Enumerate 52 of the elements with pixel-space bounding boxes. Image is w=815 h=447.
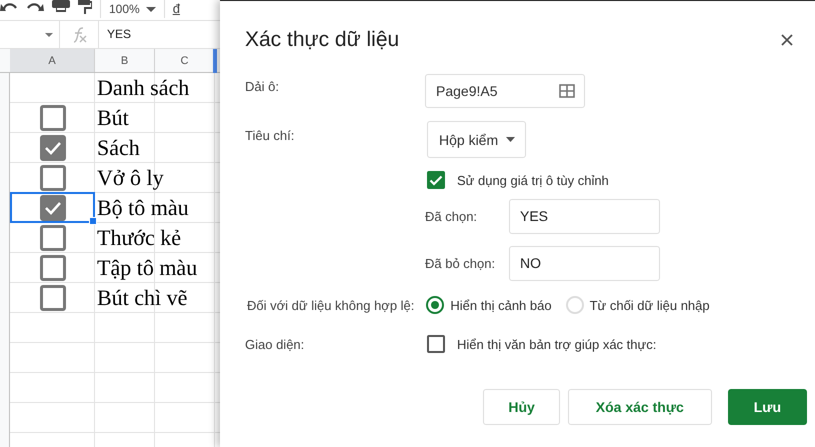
field-label: Giao diện: — [245, 336, 306, 352]
cell-text: Thước kẻ — [96, 225, 182, 251]
column-header[interactable]: B — [95, 49, 155, 72]
checkmark-icon — [429, 174, 443, 186]
field-label: Đã chọn: — [425, 209, 478, 224]
cell-text: Bút — [96, 105, 129, 131]
caret-icon[interactable] — [45, 32, 53, 36]
caret-icon[interactable] — [146, 6, 156, 12]
text-field[interactable]: NO — [509, 246, 660, 281]
dialog-button[interactable]: Xóa xác thực — [568, 389, 712, 425]
cell-text: Tập tô màu — [96, 255, 198, 281]
zoom-dropdown[interactable]: 100% — [109, 1, 156, 17]
checkbox[interactable] — [427, 335, 445, 353]
caret-icon[interactable] — [506, 137, 516, 142]
radio-label: Từ chối dữ liệu nhập — [590, 298, 710, 312]
field-label: Dải ô: — [245, 78, 280, 94]
paint-roller-icon[interactable] — [78, 0, 92, 14]
cell-text: Danh sách — [96, 75, 190, 101]
checkbox-label: Hiển thị văn bản trợ giúp xác thực: — [457, 336, 656, 352]
text-field[interactable]: YES — [509, 199, 660, 234]
text-format-button[interactable]: đ — [172, 1, 180, 17]
checkbox[interactable] — [40, 105, 66, 131]
criteria-dropdown[interactable]: Hộp kiểm — [427, 121, 526, 158]
range-field[interactable]: Page9!A5 — [425, 74, 585, 108]
field-label: Đã bỏ chọn: — [425, 256, 496, 271]
checkbox[interactable] — [40, 255, 66, 281]
checkbox-label: Sử dụng giá trị ô tùy chỉnh — [457, 172, 609, 188]
checkmark-icon — [44, 200, 62, 214]
frozen-column-marker[interactable] — [213, 49, 217, 73]
checkbox[interactable] — [40, 194, 66, 220]
field-label: Tiêu chí: — [245, 127, 296, 143]
save-button[interactable]: Lưu — [728, 389, 807, 425]
checkmark-icon — [44, 141, 62, 155]
selected-cell[interactable] — [10, 192, 95, 223]
dialog-button[interactable]: Hủy — [483, 389, 560, 425]
checkbox[interactable] — [40, 165, 66, 191]
radio-button[interactable] — [426, 296, 444, 314]
close-icon[interactable] — [781, 34, 793, 46]
cell-text: Bộ tô màu — [96, 195, 189, 221]
dialog-title: Xác thực dữ liệu — [245, 28, 400, 52]
checkbox[interactable] — [40, 225, 66, 251]
field-label: Đối với dữ liệu không hợp lệ: — [247, 298, 414, 312]
grid-icon[interactable] — [559, 84, 575, 98]
checkbox[interactable] — [427, 171, 445, 189]
radio-label: Hiển thị cảnh báo — [450, 298, 552, 312]
print-icon[interactable] — [52, 0, 70, 12]
cell-text: Sách — [96, 135, 140, 161]
checkbox[interactable] — [40, 285, 66, 311]
cell-text: Bút chì vẽ — [96, 285, 188, 311]
checkbox[interactable] — [40, 135, 66, 161]
cell-text: Vở ô ly — [96, 165, 164, 191]
column-header[interactable]: A — [10, 49, 95, 72]
